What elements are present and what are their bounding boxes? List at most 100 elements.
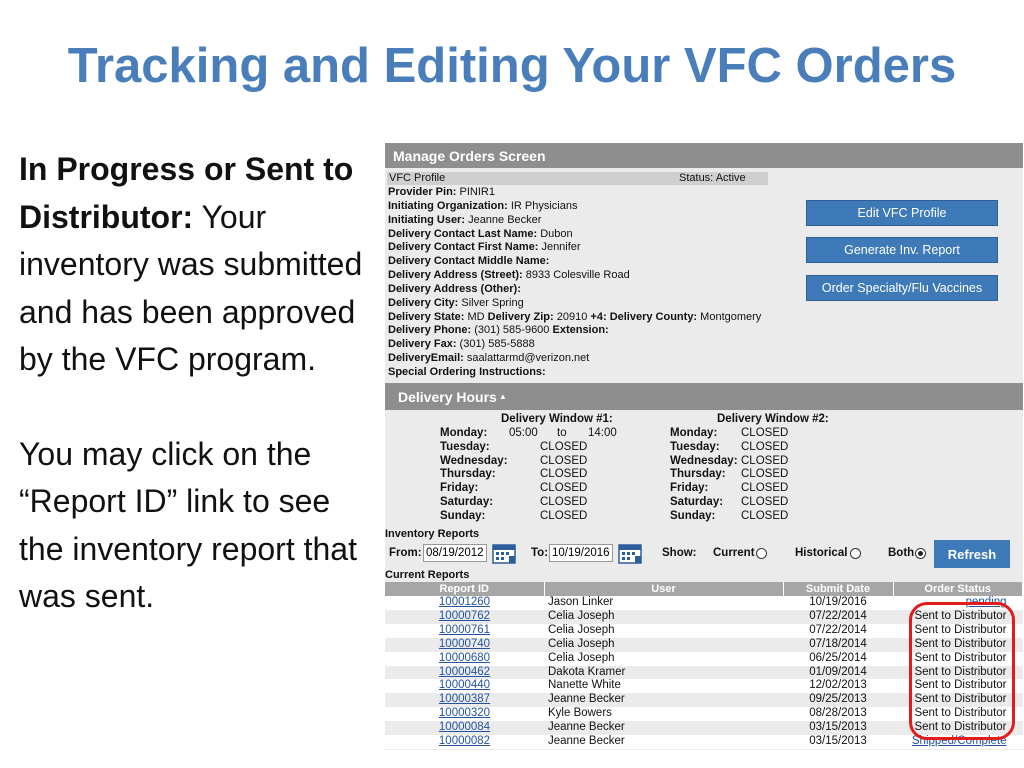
collapse-caret-icon: ▲ — [498, 392, 507, 401]
report-id-cell: 10000084 — [385, 721, 544, 736]
paragraph-report-id-hint: You may click on the “Report ID” link to… — [19, 435, 357, 615]
report-id-link[interactable]: 10000440 — [439, 679, 490, 691]
table-row: 10000680 Celia Joseph 06/25/2014 Sent to Di… — [385, 651, 1023, 666]
report-id-link[interactable]: 10000462 — [439, 666, 490, 678]
field-label: +4: — [590, 310, 607, 323]
profile-field: Delivery Address (Street): 8933 Colesvil… — [388, 269, 761, 283]
field-label: Delivery State: — [388, 310, 465, 323]
submit-date-cell: 12/02/2013 — [783, 679, 893, 694]
profile-fields: Provider Pin: PINIR1 Initiating Organizat… — [388, 186, 761, 380]
column-header-user[interactable]: User — [544, 582, 784, 596]
profile-field: Delivery Address (Other): — [388, 283, 761, 297]
field-value: Jennifer — [538, 241, 581, 254]
calendar-icon[interactable] — [618, 542, 642, 564]
edit-vfc-profile-button[interactable]: Edit VFC Profile — [806, 200, 998, 226]
from-label: From: — [389, 547, 422, 559]
report-id-link[interactable]: 10000387 — [439, 693, 490, 705]
current-option-label: Current — [713, 547, 755, 559]
field-label: Delivery Contact First Name: — [388, 241, 539, 254]
report-id-link[interactable]: 10001260 — [439, 596, 490, 608]
window2-day-label: Saturday: — [670, 496, 724, 508]
profile-field: Special Ordering Instructions: — [388, 366, 761, 380]
field-label: DeliveryEmail: — [388, 352, 464, 365]
report-id-cell: 10000440 — [385, 679, 544, 694]
column-header-report-id[interactable]: Report ID — [385, 582, 545, 596]
order-status-link[interactable]: Shipped/Complete — [912, 735, 1007, 747]
profile-field: Delivery Phone: (301) 585-9600 Extension… — [388, 324, 761, 338]
report-id-link[interactable]: 10000761 — [439, 624, 490, 636]
both-radio[interactable] — [915, 548, 926, 559]
column-header-submit-date[interactable]: Submit Date — [783, 582, 894, 596]
field-label: Initiating Organization: — [388, 199, 508, 212]
user-cell: Jeanne Becker — [544, 721, 783, 736]
field-value: Jeanne Becker — [465, 213, 542, 226]
order-status-cell: Sent to Distributor — [893, 637, 1023, 652]
profile-status: Status: Active — [679, 172, 746, 184]
field-label: Delivery Address (Other): — [388, 282, 521, 295]
field-label: Delivery Address (Street): — [388, 269, 523, 282]
submit-date-cell: 07/22/2014 — [783, 623, 893, 638]
user-cell: Celia Joseph — [544, 609, 783, 624]
field-value: 20910 — [553, 310, 591, 323]
window2-closed-value: CLOSED — [741, 454, 789, 467]
field-value: Silver Spring — [458, 296, 524, 309]
window1-day-label: Monday: — [440, 427, 488, 439]
window2-closed-value: CLOSED — [741, 440, 789, 453]
field-value: PINIR1 — [456, 186, 495, 198]
report-id-link[interactable]: 10000680 — [439, 652, 490, 664]
delivery-hours-header[interactable]: Delivery Hours ▲ — [385, 383, 1023, 410]
submit-date-cell: 10/19/2016 — [783, 596, 893, 610]
table-row: 10001260 Jason Linker 10/19/2016 pending — [385, 596, 1023, 610]
order-status-cell: Sent to Distributor — [893, 665, 1023, 680]
report-id-link[interactable]: 10000762 — [439, 610, 490, 622]
historical-radio[interactable] — [850, 548, 861, 559]
current-radio[interactable] — [756, 548, 767, 559]
window2-day-label: Tuesday: — [670, 440, 720, 453]
calendar-icon[interactable] — [492, 542, 516, 564]
paragraph-status-explanation: In Progress or Sent to Distributor: Your… — [19, 146, 364, 384]
slide-title: Tracking and Editing Your VFC Orders — [67, 39, 957, 93]
column-header-order-status[interactable]: Order Status — [893, 582, 1023, 596]
report-id-link[interactable]: 10000740 — [439, 638, 490, 650]
profile-field: Delivery City: Silver Spring — [388, 297, 761, 311]
show-label: Show: — [662, 547, 697, 559]
order-specialty-flu-button[interactable]: Order Specialty/Flu Vaccines — [806, 275, 998, 301]
window1-title: Delivery Window #1: — [501, 413, 613, 425]
profile-field: Initiating Organization: IR Physicians — [388, 200, 761, 214]
from-date-input[interactable] — [423, 544, 487, 562]
submit-date-cell: 09/25/2013 — [783, 693, 893, 708]
order-status-cell: Sent to Distributor — [893, 693, 1023, 708]
delivery-hours-section: Delivery Window #1: Delivery Window #2: … — [385, 410, 1023, 525]
submit-date-cell: 07/22/2014 — [783, 609, 893, 624]
field-value: Dubon — [537, 227, 573, 240]
to-date-input[interactable] — [549, 544, 613, 562]
report-id-link[interactable]: 10000084 — [439, 721, 490, 733]
generate-inv-report-button[interactable]: Generate Inv. Report — [806, 237, 998, 263]
table-header-row: Report ID User Submit Date Order Status — [385, 582, 1023, 596]
order-status-cell: Shipped/Complete — [893, 735, 1023, 749]
window2-day-label: Friday: — [670, 482, 709, 495]
table-row: 10000387 Jeanne Becker 09/25/2013 Sent to D… — [385, 693, 1023, 708]
order-status-link[interactable]: pending — [966, 596, 1007, 608]
order-status-cell: Sent to Distributor — [893, 651, 1023, 666]
order-status-cell: Sent to Distributor — [893, 721, 1023, 736]
submit-date-cell: 08/28/2013 — [783, 707, 893, 722]
table-row: 10000462 Dakota Kramer 01/09/2014 Sent to D… — [385, 665, 1023, 680]
vfc-profile-section: VFC Profile Status: Active Provider Pin:… — [385, 168, 1023, 382]
report-id-cell: 10000762 — [385, 609, 544, 624]
submit-date-cell: 03/15/2013 — [783, 735, 893, 749]
order-status-cell: Sent to Distributor — [893, 623, 1023, 638]
window2-title: Delivery Window #2: — [717, 413, 829, 425]
window2-day-label: Sunday: — [670, 509, 716, 522]
status-term: In Progress or Sent to Distributor: — [19, 151, 354, 235]
window2-day-label: Thursday: — [670, 468, 726, 481]
profile-field: Provider Pin: PINIR1 — [388, 186, 761, 200]
window2-closed-value: CLOSED — [741, 509, 789, 522]
report-id-link[interactable]: 10000082 — [439, 735, 490, 747]
report-id-link[interactable]: 10000320 — [439, 707, 490, 719]
refresh-button[interactable]: Refresh — [934, 540, 1010, 568]
window1-to-word: to — [557, 427, 567, 439]
window1-day-label: Tuesday: — [440, 440, 490, 453]
window2-closed-value: CLOSED — [741, 496, 789, 508]
user-cell: Jeanne Becker — [544, 693, 783, 708]
